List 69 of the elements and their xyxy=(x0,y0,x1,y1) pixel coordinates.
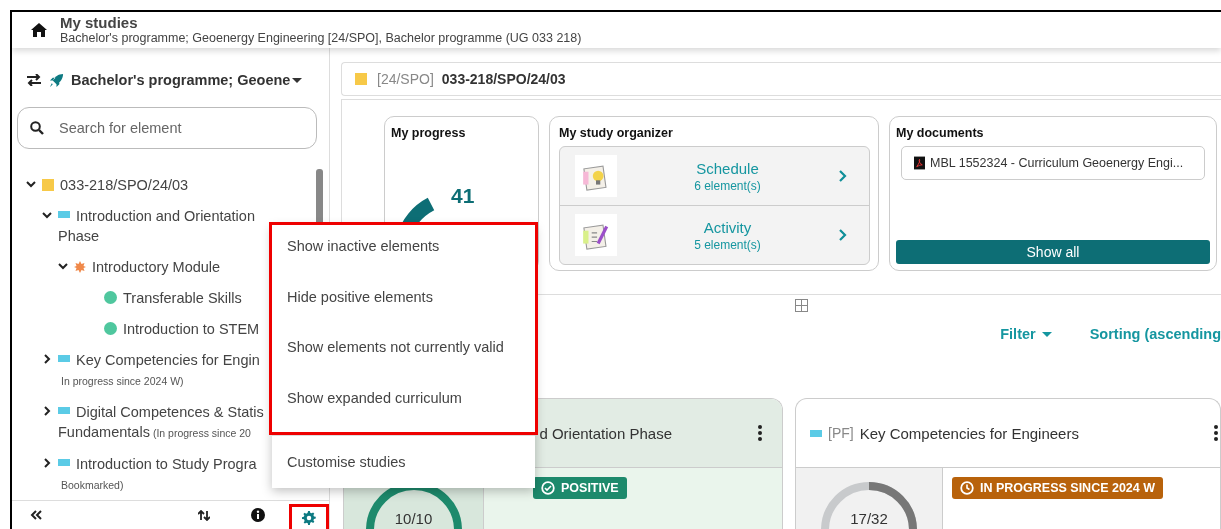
page-subtitle: Bachelor's programme; Geoenergy Engineering [24/SPO], Bachelor programme (UG 033 218) xyxy=(60,30,582,46)
chevron-icon[interactable] xyxy=(42,406,52,416)
clock-icon xyxy=(960,481,974,495)
kebab-menu-icon[interactable] xyxy=(758,425,762,441)
menu-item[interactable]: Hide positive elements xyxy=(287,283,535,334)
programme-dropdown[interactable]: Bachelor's programme; Geoene xyxy=(71,72,303,88)
double-chevron-icon[interactable] xyxy=(30,510,42,520)
tree-item[interactable]: 033-218/SPO/24/03 xyxy=(60,177,189,193)
card-title: My study organizer xyxy=(559,126,674,140)
menu-item[interactable]: Customise studies xyxy=(287,444,535,480)
swap-icon[interactable] xyxy=(26,74,42,86)
status-badge: POSITIVE xyxy=(533,477,627,499)
progress-value: 41 xyxy=(451,184,475,208)
search-icon xyxy=(30,121,44,135)
settings-icon[interactable] xyxy=(302,511,316,525)
rocket-icon xyxy=(49,72,64,88)
kebab-menu-icon[interactable] xyxy=(1214,425,1218,441)
status-note: In progress since 2024 W) xyxy=(61,375,184,387)
home-icon[interactable] xyxy=(31,23,47,37)
progress-ratio: 17/32 xyxy=(849,510,889,527)
progress-ratio: 10/10 xyxy=(393,510,434,527)
card-title: Key Competencies for Engineers xyxy=(859,424,1079,442)
tree-item[interactable]: Introduction and Orientation xyxy=(76,208,255,224)
show-all-button[interactable]: Show all xyxy=(896,240,1210,264)
breadcrumb-code: 033-218/SPO/24/03 xyxy=(441,71,566,87)
square-icon xyxy=(355,73,367,85)
check-circle-icon xyxy=(541,481,555,495)
breadcrumb-tag: [24/SPO] xyxy=(377,71,434,87)
sorting-dropdown[interactable]: Sorting (ascending xyxy=(1089,324,1221,344)
organizer-label: Schedule xyxy=(695,159,760,177)
sort-icon[interactable] xyxy=(198,509,210,521)
search-field[interactable]: Search for element xyxy=(17,107,317,149)
tree-item[interactable]: Introduction to STEM xyxy=(123,321,260,337)
pdf-icon xyxy=(914,156,925,170)
chevron-icon xyxy=(838,170,847,182)
menu-item[interactable]: Show elements not currently valid xyxy=(287,334,535,385)
tree-item-line[interactable]: Phase xyxy=(58,228,100,244)
info-icon[interactable] xyxy=(251,508,265,522)
chevron-icon[interactable] xyxy=(58,261,68,271)
chevron-icon[interactable] xyxy=(42,354,52,364)
card-title: My documents xyxy=(896,126,985,140)
menu-item[interactable]: Show inactive elements xyxy=(287,233,535,284)
menu-item[interactable]: Show expanded curriculum xyxy=(287,384,535,435)
tree-item[interactable]: Introductory Module xyxy=(92,259,221,275)
caret-icon xyxy=(292,77,303,83)
rectangle-icon xyxy=(810,429,822,437)
grid-icon[interactable] xyxy=(794,299,808,312)
status-note: (In progress since 20 xyxy=(152,427,251,439)
status-note: Bookmarked) xyxy=(61,479,124,491)
chevron-icon[interactable] xyxy=(26,179,36,189)
caret-icon xyxy=(1041,331,1052,337)
filter-dropdown[interactable]: Filter xyxy=(1000,324,1052,344)
chevron-icon[interactable] xyxy=(42,210,52,220)
tree-item-line[interactable]: Fundamentals xyxy=(58,424,150,440)
tree-item[interactable]: Digital Competences & Statis xyxy=(76,404,264,420)
chevron-icon[interactable] xyxy=(42,458,52,468)
page-title: My studies xyxy=(60,14,139,31)
document-link[interactable]: MBL 1552324 - Curriculum Geoenergy Engi... xyxy=(901,146,1205,180)
element-count: 6 element(s) xyxy=(693,178,762,193)
tree-item[interactable]: Transferable Skills xyxy=(123,290,242,306)
chevron-icon xyxy=(838,229,847,241)
tree-item[interactable]: Key Competencies for Engin xyxy=(76,352,260,368)
organizer-label: Activity xyxy=(702,218,753,236)
card-title: d Orientation Phase xyxy=(539,424,672,442)
element-count: 5 element(s) xyxy=(693,237,762,252)
status-badge: IN PROGRESS SINCE 2024 W xyxy=(952,477,1164,499)
tree-item[interactable]: Introduction to Study Progra xyxy=(76,456,257,472)
card-title: My progress xyxy=(391,126,467,140)
card-tag: [PF] xyxy=(828,425,854,441)
